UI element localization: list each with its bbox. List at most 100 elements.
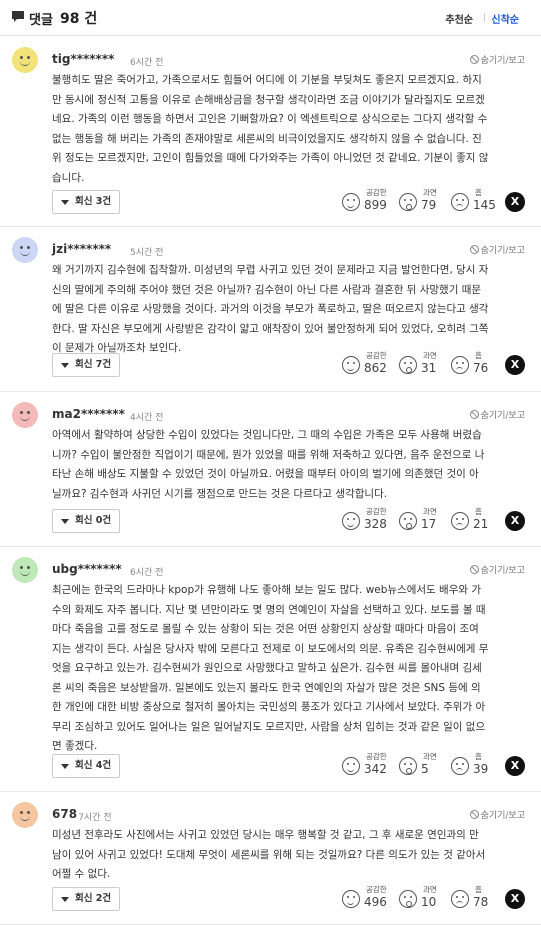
reaction-count: 78 [473, 895, 489, 909]
comments-header: 댓글 98 건 추천순 신착순 [0, 0, 541, 36]
avatar-mouth [20, 60, 30, 66]
reaction-count: 328 [364, 517, 387, 531]
comment-author[interactable]: 678 [52, 807, 77, 821]
reaction-count: 496 [364, 895, 387, 909]
comment-body: 왜 거기까지 김수현에 집착할까. 미성년의 무렵 사귀고 있던 것이 문제라고… [52, 264, 489, 354]
prohibit-icon [469, 410, 479, 419]
comment-body: 불행히도 딸은 죽어가고, 가족으로서도 힘들어 어디에 이 기분을 부딪쳐도 … [52, 74, 489, 184]
frown-icon [451, 356, 469, 374]
reaction-empathy-button[interactable]: 공감한 328 [342, 506, 388, 536]
comment-body: 미성년 전후라도 사진에서는 사귀고 있었던 당시는 매우 행복할 것 같고, … [52, 829, 486, 880]
reaction-count: 17 [421, 517, 437, 531]
replies-toggle-button[interactable]: 회신 3건 [52, 190, 121, 214]
x-share-button[interactable]: X [505, 511, 525, 531]
smile-icon [342, 512, 360, 530]
reaction-hmm-button[interactable]: 흠 76 [451, 350, 495, 380]
reaction-label: 공감한 [366, 188, 387, 197]
replies-toggle-button[interactable]: 회신 4건 [52, 754, 121, 778]
reaction-label: 과연 [423, 188, 437, 197]
avatar-eye-left [20, 246, 23, 249]
caret-down-icon [61, 519, 69, 524]
comment-body: 아역에서 활약하여 상당한 수입이 있었다는 것입니다만, 그 때의 수입은 가… [52, 429, 485, 500]
reaction-count: 5 [421, 762, 429, 776]
avatar-mouth [20, 570, 30, 576]
caret-down-icon [61, 200, 69, 205]
hide-report-label: 숨기기/보고 [480, 246, 525, 256]
replies-toggle-label: 회신 7건 [75, 359, 112, 370]
replies-toggle-button[interactable]: 회신 2건 [52, 887, 121, 911]
reaction-excessive-button[interactable]: 과연 10 [399, 884, 441, 914]
reaction-empathy-button[interactable]: 공감한 496 [342, 884, 388, 914]
comment-author[interactable]: tig******* [52, 52, 114, 66]
avatar [12, 47, 38, 73]
sort-latest-tab[interactable]: 신착순 [491, 11, 519, 26]
reaction-excessive-button[interactable]: 과연 79 [399, 187, 441, 217]
replies-toggle-label: 회신 3건 [75, 196, 112, 207]
reaction-label: 공감한 [366, 885, 387, 894]
reaction-empathy-button[interactable]: 공감한 862 [342, 350, 388, 380]
reaction-empathy-button[interactable]: 공감한 342 [342, 751, 388, 781]
comment-item: 678 7시간 전 숨기기/보고 미성년 전후라도 사진에서는 사귀고 있었던 … [0, 792, 541, 925]
reaction-label: 흠 [475, 188, 482, 197]
reaction-hmm-button[interactable]: 흠 21 [451, 506, 495, 536]
avatar-eye-right [27, 246, 30, 249]
reaction-label: 공감한 [366, 507, 387, 516]
hide-report-label: 숨기기/보고 [480, 811, 525, 821]
hide-report-link[interactable]: 숨기기/보고 [469, 563, 525, 576]
smile-icon [342, 890, 360, 908]
replies-toggle-label: 회신 2건 [75, 893, 112, 904]
comment-author[interactable]: ubg******* [52, 562, 122, 576]
caret-down-icon [61, 764, 69, 769]
comment-item: ma2******* 4시간 전 숨기기/보고 아역에서 활약하여 상당한 수입… [0, 392, 541, 547]
reaction-excessive-button[interactable]: 과연 5 [399, 751, 441, 781]
comment-time: 6시간 전 [130, 58, 164, 68]
avatar-eye-left [20, 566, 23, 569]
comment-time: 6시간 전 [130, 568, 164, 578]
reaction-hmm-button[interactable]: 흠 78 [451, 884, 495, 914]
frown-icon [451, 890, 469, 908]
reaction-count: 31 [421, 361, 437, 375]
x-share-button[interactable]: X [505, 756, 525, 776]
reaction-label: 흠 [475, 507, 482, 516]
reaction-label: 공감한 [366, 752, 387, 761]
hide-report-link[interactable]: 숨기기/보고 [469, 808, 525, 821]
comment-time: 5시간 전 [130, 248, 164, 258]
reaction-excessive-button[interactable]: 과연 17 [399, 506, 441, 536]
avatar-mouth [20, 250, 30, 256]
reaction-excessive-button[interactable]: 과연 31 [399, 350, 441, 380]
reaction-label: 공감한 [366, 351, 387, 360]
avatar-eye-left [20, 56, 23, 59]
reaction-label: 흠 [475, 351, 482, 360]
hide-report-link[interactable]: 숨기기/보고 [469, 243, 525, 256]
hide-report-link[interactable]: 숨기기/보고 [469, 53, 525, 66]
frown-icon [451, 193, 469, 211]
x-share-button[interactable]: X [505, 889, 525, 909]
frown-icon [451, 757, 469, 775]
comments-title: 댓글 [29, 13, 53, 28]
comment-icon [12, 11, 24, 22]
comment-author[interactable]: jzi******* [52, 242, 111, 256]
prohibit-icon [469, 55, 479, 64]
caret-down-icon [61, 363, 69, 368]
reaction-empathy-button[interactable]: 공감한 899 [342, 187, 388, 217]
avatar-eye-left [20, 811, 23, 814]
hide-report-link[interactable]: 숨기기/보고 [469, 408, 525, 421]
replies-toggle-button[interactable]: 회신 0건 [52, 509, 121, 533]
reaction-hmm-button[interactable]: 흠 145 [451, 187, 496, 217]
reaction-count: 76 [473, 361, 489, 375]
x-share-button[interactable]: X [505, 192, 525, 212]
avatar-eye-right [27, 811, 30, 814]
reaction-label: 흠 [475, 752, 482, 761]
reaction-hmm-button[interactable]: 흠 39 [451, 751, 495, 781]
reaction-count: 10 [421, 895, 437, 909]
smile-icon [342, 193, 360, 211]
sort-recommended-tab[interactable]: 추천순 [445, 11, 473, 26]
comment-time: 4시간 전 [130, 413, 164, 423]
reaction-count: 79 [421, 198, 437, 212]
comment-author[interactable]: ma2******* [52, 407, 125, 421]
replies-toggle-button[interactable]: 회신 7건 [52, 353, 121, 377]
reaction-label: 과연 [423, 507, 437, 516]
x-share-button[interactable]: X [505, 355, 525, 375]
reaction-count: 342 [364, 762, 387, 776]
avatar-eye-left [20, 411, 23, 414]
